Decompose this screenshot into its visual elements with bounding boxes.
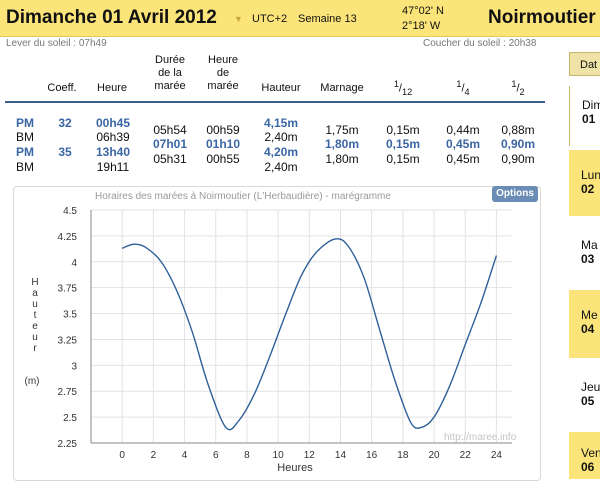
- row-f4: 0,45m: [446, 152, 480, 166]
- row-hauteur: 4,15m: [263, 116, 299, 130]
- row-f12: 0,15m: [386, 123, 420, 137]
- row-heure-maree: 00h59: [206, 123, 240, 137]
- week-label: Semaine 13: [298, 13, 357, 25]
- row-f2: 0,88m: [501, 123, 535, 137]
- sunset-label: Coucher du soleil : 20h38: [423, 38, 537, 49]
- row-type: PM: [16, 116, 34, 130]
- row-marnage: 1,75m: [325, 123, 359, 137]
- row-heure-maree: 00h55: [206, 152, 240, 166]
- sidebar-item-day[interactable]: Lun 02: [569, 150, 600, 216]
- row-f2: 0,90m: [501, 152, 535, 166]
- header-fraction-2: 1/2: [511, 79, 525, 97]
- row-heure: 06h39: [96, 130, 130, 144]
- row-marnage: 1,80m: [324, 137, 360, 151]
- row-duree: 05h31: [153, 152, 187, 166]
- header-bar: Dimanche 01 Avril 2012 ▼ UTC+2 Semaine 1…: [0, 0, 600, 37]
- header-fraction-12: 1/12: [393, 79, 413, 97]
- row-marnage: 1,80m: [325, 152, 359, 166]
- sidebar-item-day[interactable]: Ven 06: [569, 432, 600, 479]
- header-fraction-4: 1/4: [456, 79, 470, 97]
- header-hauteur: Hauteur: [261, 82, 301, 94]
- row-hauteur: 2,40m: [264, 160, 298, 174]
- timezone-label: UTC+2: [252, 13, 288, 25]
- chart-title: Horaires des marées à Noirmoutier (L'Her…: [95, 191, 391, 202]
- sidebar-item-day[interactable]: Me 04: [569, 290, 600, 358]
- date-title[interactable]: Dimanche 01 Avril 2012: [6, 7, 217, 29]
- date-dropdown-icon[interactable]: ▼: [234, 14, 243, 24]
- header-heure: Heure: [97, 82, 127, 94]
- row-type: BM: [16, 160, 34, 174]
- row-hauteur: 2,40m: [264, 130, 298, 144]
- row-f12: 0,15m: [385, 137, 421, 151]
- header-duree: Durée de la marée: [154, 54, 186, 92]
- chart-panel: [13, 186, 541, 481]
- sidebar-tab[interactable]: Dat: [569, 52, 600, 76]
- row-type: BM: [16, 130, 34, 144]
- row-duree: 07h01: [152, 137, 188, 151]
- table-header-divider: [5, 101, 545, 103]
- row-heure: 13h40: [95, 145, 131, 159]
- row-type: PM: [16, 145, 34, 159]
- row-coeff: 35: [58, 145, 72, 159]
- sidebar-item-day[interactable]: Ma 03: [569, 220, 600, 286]
- row-heure: 00h45: [95, 116, 131, 130]
- sidebar-item-day[interactable]: Jeu 05: [569, 362, 600, 428]
- header-coeff: Coeff.: [47, 82, 77, 94]
- sidebar-item-day[interactable]: Dim 01: [569, 86, 600, 146]
- city-title: Noirmoutier: [488, 7, 596, 28]
- sunrise-label: Lever du soleil : 07h49: [6, 38, 107, 49]
- row-f12: 0,15m: [386, 152, 420, 166]
- longitude-label: 2°18' W: [402, 20, 441, 32]
- row-heure-maree: 01h10: [205, 137, 241, 151]
- row-f2: 0,90m: [500, 137, 536, 151]
- options-button[interactable]: Options: [492, 186, 538, 202]
- row-duree: 05h54: [153, 123, 187, 137]
- header-heure-maree: Heure de marée: [207, 54, 239, 92]
- header-marnage: Marnage: [320, 82, 364, 94]
- row-heure: 19h11: [96, 160, 130, 174]
- row-f4: 0,45m: [445, 137, 481, 151]
- row-f4: 0,44m: [446, 123, 480, 137]
- row-hauteur: 4,20m: [263, 145, 299, 159]
- row-coeff: 32: [58, 116, 72, 130]
- date-sidebar: Dat Dim 01 Lun 02 Ma 03 Me 04 Jeu 05 Ven…: [569, 52, 600, 479]
- latitude-label: 47°02' N: [402, 5, 444, 17]
